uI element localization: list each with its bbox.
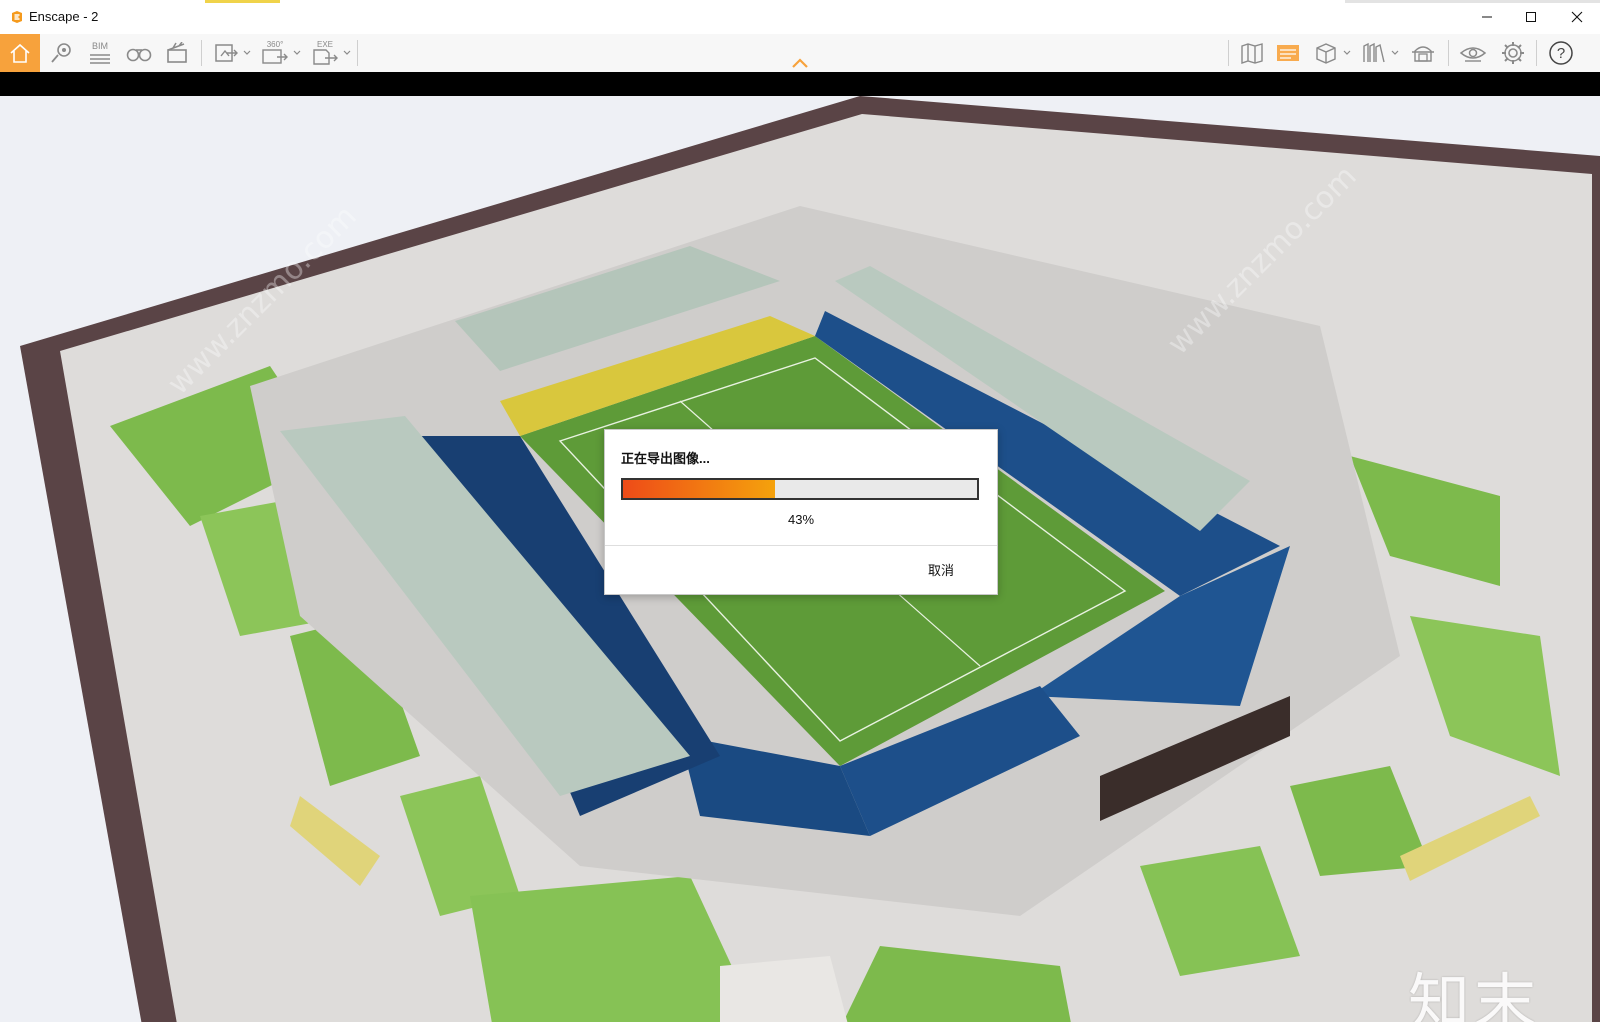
help-button[interactable]: ? xyxy=(1544,34,1578,72)
views-icon xyxy=(51,43,71,63)
toolbar-separator xyxy=(1536,40,1537,66)
map-icon xyxy=(1241,43,1263,64)
dialog-title: 正在导出图像... xyxy=(621,451,710,466)
toolbar-separator xyxy=(1448,40,1449,66)
asset-library-button[interactable] xyxy=(1406,34,1440,72)
material-library-dropdown[interactable] xyxy=(1391,34,1399,72)
chevron-down-icon xyxy=(1391,50,1399,55)
dialog-divider xyxy=(605,545,997,546)
collapse-toolbar-chevron-icon[interactable] xyxy=(790,57,810,69)
binoculars-icon xyxy=(126,48,152,62)
material-library-icon xyxy=(1363,42,1385,63)
maximize-icon xyxy=(1526,12,1536,22)
home-button[interactable] xyxy=(0,34,40,72)
screenshot-export-dropdown[interactable] xyxy=(243,34,251,72)
progress-bar-fill xyxy=(623,480,776,498)
panorama-export-button[interactable]: 360° xyxy=(258,34,292,72)
panorama-label: 360° xyxy=(266,40,284,49)
visual-settings-eye-icon xyxy=(1459,47,1487,62)
home-icon xyxy=(10,43,30,63)
title-bar: Enscape - 2 xyxy=(0,0,1600,34)
panorama-export-dropdown[interactable] xyxy=(293,34,301,72)
exe-label: EXE xyxy=(316,40,333,49)
close-window-button[interactable] xyxy=(1554,0,1600,34)
toolbar-separator xyxy=(357,40,358,66)
view-management-button[interactable] xyxy=(1272,34,1304,72)
video-editor-button[interactable] xyxy=(160,34,194,72)
minimize-button[interactable] xyxy=(1464,0,1510,34)
clapperboard-icon xyxy=(167,42,187,63)
view-management-icon xyxy=(1277,45,1299,61)
minimize-icon xyxy=(1482,16,1492,18)
close-icon xyxy=(1571,11,1583,23)
bim-label: BIM xyxy=(91,40,108,51)
views-button[interactable] xyxy=(44,34,78,72)
export-progress-bar xyxy=(621,478,979,500)
bim-button[interactable]: BIM xyxy=(84,34,116,72)
exe-export-dropdown[interactable] xyxy=(343,34,351,72)
chevron-down-icon xyxy=(1343,50,1351,55)
window-title: Enscape - 2 xyxy=(29,9,99,24)
settings-gear-icon xyxy=(1502,42,1524,64)
panorama-export-icon xyxy=(262,49,288,64)
progress-percentage: 43% xyxy=(787,512,815,527)
screenshot-export-button[interactable] xyxy=(210,34,242,72)
watermark-brand: 知末 xyxy=(1408,966,1541,1022)
settings-button[interactable] xyxy=(1496,34,1530,72)
chevron-down-icon xyxy=(343,50,351,55)
cube-icon xyxy=(1316,43,1336,64)
binoculars-button[interactable] xyxy=(122,34,156,72)
maximize-button[interactable] xyxy=(1508,0,1554,34)
map-button[interactable] xyxy=(1236,34,1268,72)
visual-settings-button[interactable] xyxy=(1456,34,1490,72)
exe-export-icon xyxy=(313,49,338,65)
help-label: ? xyxy=(1556,44,1566,62)
asset-library-icon xyxy=(1412,46,1434,62)
cube-dropdown[interactable] xyxy=(1343,34,1351,72)
app-window: Enscape - 2 BIM 360° EXE ? www.znzmo.com… xyxy=(0,0,1600,1022)
cube-button[interactable] xyxy=(1310,34,1342,72)
exe-export-button[interactable]: EXE xyxy=(308,34,342,72)
bim-icon xyxy=(90,53,110,64)
chevron-down-icon xyxy=(293,50,301,55)
cancel-button[interactable]: 取消 xyxy=(920,560,962,582)
material-library-button[interactable] xyxy=(1358,34,1390,72)
toolbar-separator xyxy=(201,40,202,66)
toolbar-separator xyxy=(1228,40,1229,66)
enscape-logo-icon xyxy=(12,11,22,23)
chevron-down-icon xyxy=(243,50,251,55)
screenshot-export-icon xyxy=(215,44,238,62)
